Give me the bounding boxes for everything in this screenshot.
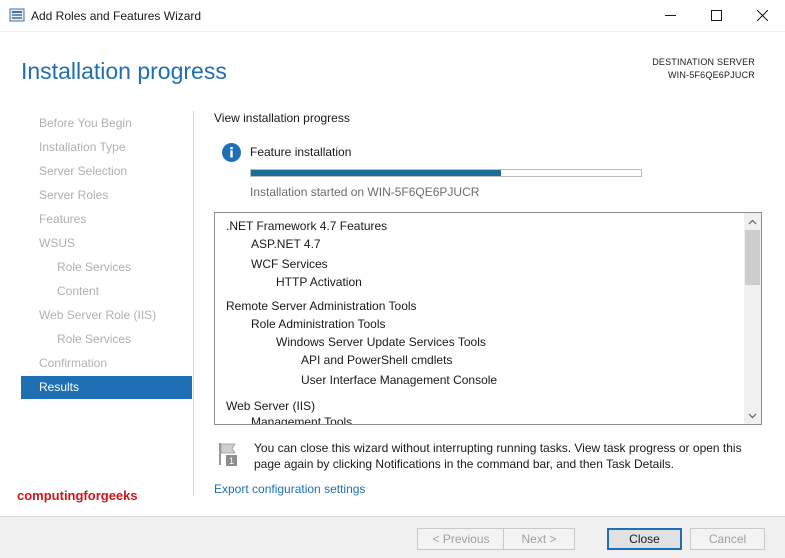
nav-step-before-you-begin[interactable]: Before You Begin: [21, 112, 192, 135]
nav-step-features[interactable]: Features: [21, 208, 192, 231]
feature-item: ASP.NET 4.7: [251, 237, 321, 251]
close-wizard-notice: You can close this wizard without interr…: [254, 441, 742, 471]
scroll-up-button[interactable]: [744, 213, 761, 230]
cancel-button[interactable]: Cancel: [690, 528, 765, 550]
installation-started-label: Installation started on WIN-5F6QE6PJUCR: [250, 185, 480, 199]
page-title: Installation progress: [21, 58, 227, 84]
feature-item: Management Tools: [251, 415, 353, 425]
nav-step-web-server-role-iis[interactable]: Web Server Role (IIS): [21, 304, 192, 327]
info-icon: [222, 143, 241, 162]
feature-item: Remote Server Administration Tools: [226, 299, 417, 313]
nav-step-role-services[interactable]: Role Services: [21, 328, 192, 351]
minimize-icon: [664, 15, 676, 16]
feature-item: .NET Framework 4.7 Features: [226, 219, 388, 233]
nav-step-wsus[interactable]: WSUS: [21, 232, 192, 255]
nav-divider: [193, 111, 194, 496]
minimize-button[interactable]: [647, 0, 693, 31]
feature-installation-label: Feature installation: [250, 145, 352, 159]
watermark-text: computingforgeeks: [17, 488, 138, 503]
close-window-button[interactable]: [739, 0, 785, 31]
close-button[interactable]: Close: [607, 528, 682, 550]
section-label: View installation progress: [214, 111, 350, 125]
title-bar: Add Roles and Features Wizard: [0, 0, 785, 32]
feature-item: HTTP Activation: [276, 275, 362, 289]
scroll-thumb[interactable]: [745, 230, 760, 285]
close-icon: [756, 10, 768, 21]
feature-item: Web Server (IIS): [226, 399, 316, 413]
nav-step-installation-type[interactable]: Installation Type: [21, 136, 192, 159]
feature-list-scrollbar[interactable]: [744, 213, 761, 424]
nav-step-confirmation[interactable]: Confirmation: [21, 352, 192, 375]
feature-item: API and PowerShell cmdlets: [301, 353, 453, 367]
maximize-icon: [710, 10, 722, 21]
installation-progress-bar: [250, 169, 642, 177]
feature-item: Windows Server Update Services Tools: [276, 335, 486, 349]
wizard-footer: < Previous Next > Close Cancel: [0, 516, 785, 558]
next-button[interactable]: Next >: [503, 528, 575, 550]
maximize-button[interactable]: [693, 0, 739, 31]
destination-server-name: WIN-5F6QE6PJUCR: [667, 70, 755, 80]
progress-bar-fill: [251, 170, 501, 176]
nav-step-role-services[interactable]: Role Services: [21, 256, 192, 279]
feature-item: User Interface Management Console: [301, 373, 498, 387]
feature-list[interactable]: .NET Framework 4.7 Features ASP.NET 4.7 WC…: [214, 212, 762, 425]
server-manager-icon: [9, 8, 25, 22]
nav-step-server-roles[interactable]: Server Roles: [21, 184, 192, 207]
nav-step-server-selection[interactable]: Server Selection: [21, 160, 192, 183]
svg-text:1: 1: [229, 456, 234, 466]
nav-step-results[interactable]: Results: [21, 376, 192, 399]
destination-server-label: DESTINATION SERVER: [652, 57, 755, 67]
window-title: Add Roles and Features Wizard: [31, 9, 202, 23]
flag-notification-icon: 1: [219, 443, 237, 466]
chevron-up-icon: [748, 219, 757, 224]
chevron-down-icon: [748, 413, 757, 418]
feature-item: Role Administration Tools: [251, 317, 386, 331]
feature-item: WCF Services: [251, 257, 328, 271]
nav-step-content[interactable]: Content: [21, 280, 192, 303]
scroll-down-button[interactable]: [744, 407, 761, 424]
export-configuration-link[interactable]: Export configuration settings: [214, 482, 365, 496]
previous-button[interactable]: < Previous: [417, 528, 505, 550]
